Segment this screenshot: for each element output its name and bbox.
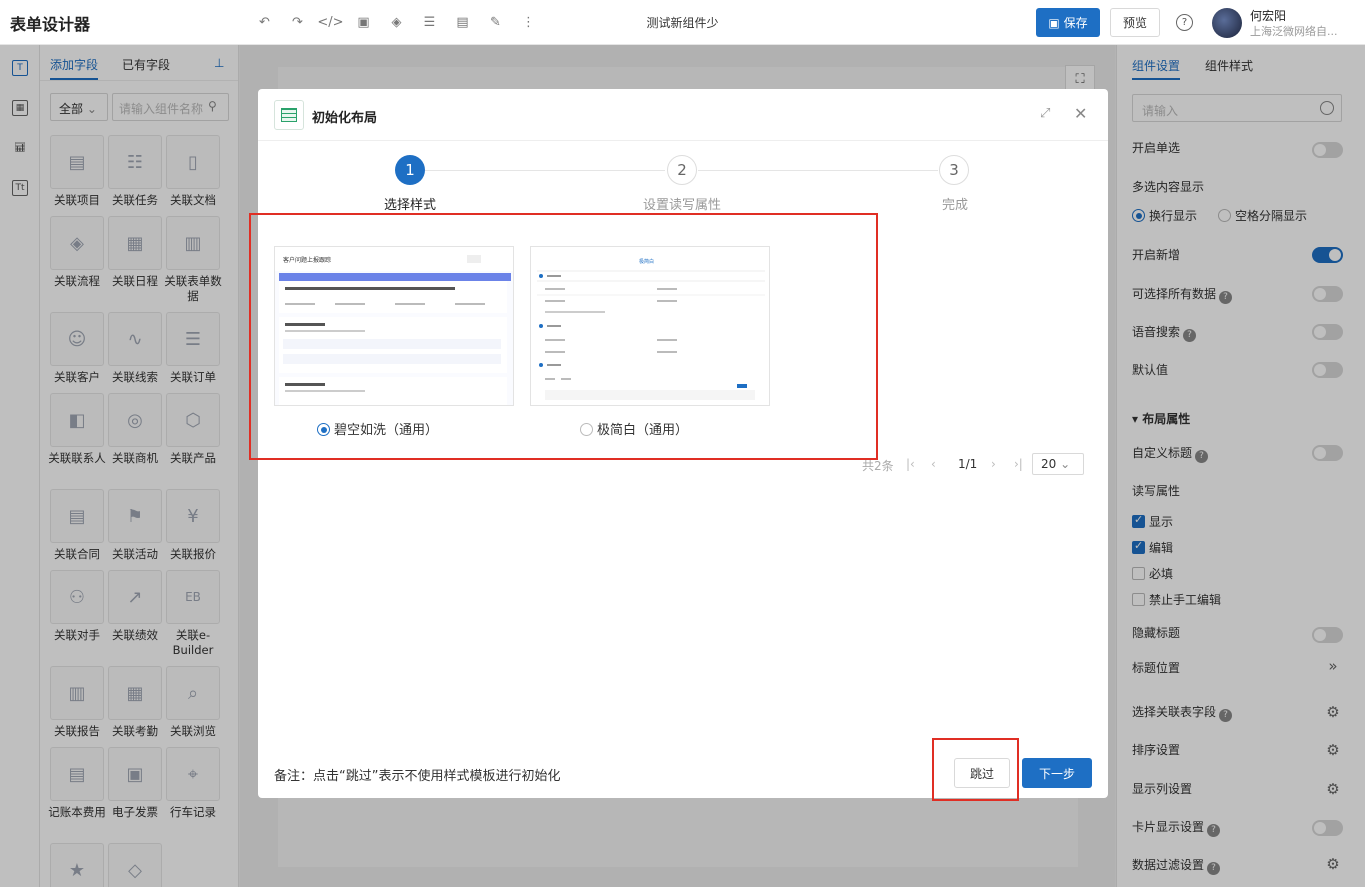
image-icon[interactable]: ▣ <box>347 13 380 31</box>
highlight-skip-button <box>932 738 1019 801</box>
step-connector <box>425 170 665 171</box>
table-icon <box>274 100 304 130</box>
more-icon[interactable]: ⋮ <box>512 13 545 31</box>
undo-icon[interactable]: ↶ <box>248 13 281 31</box>
next-step-button[interactable]: 下一步 <box>1022 758 1092 788</box>
first-page-icon[interactable]: |‹ <box>906 457 915 471</box>
user-org: 上海泛微网络自... <box>1250 25 1338 38</box>
app-title: 表单设计器 <box>10 15 91 34</box>
step-3-label: 完成 <box>941 198 968 213</box>
dialog-note: 备注：点击“跳过”表示不使用样式模板进行初始化 <box>274 769 561 784</box>
prev-page-icon[interactable]: ‹ <box>931 457 936 471</box>
page-size-value: 20 <box>1041 457 1057 471</box>
redo-icon[interactable]: ↷ <box>281 13 314 31</box>
edit-icon[interactable]: ✎ <box>479 13 512 31</box>
step-2-label: 设置读写属性 <box>642 198 721 213</box>
step-3-circle: 3 <box>939 155 969 185</box>
page-size-select[interactable]: 20 ⌄ <box>1032 453 1084 475</box>
layers-icon[interactable]: ◈ <box>380 13 413 31</box>
save-icon: ▣ <box>1048 15 1060 30</box>
code-icon[interactable]: </> <box>314 13 347 31</box>
toolbar: ↶ ↷ </> ▣ ◈ ☰ ▤ ✎ ⋮ <box>248 13 545 31</box>
user-name: 何宏阳 <box>1250 9 1287 23</box>
close-icon[interactable]: ✕ <box>1074 104 1087 123</box>
highlight-style-options <box>249 213 878 460</box>
dialog-title: 初始化布局 <box>312 111 378 126</box>
save-label: 保存 <box>1063 16 1088 30</box>
expand-icon[interactable]: ⤢ <box>1040 106 1050 121</box>
preview-button[interactable]: 预览 <box>1110 8 1160 37</box>
database-icon[interactable]: ☰ <box>413 13 446 31</box>
step-1-label: 选择样式 <box>383 198 436 213</box>
document-title: 测试新组件少 <box>646 16 719 30</box>
last-page-icon[interactable]: ›| <box>1014 457 1023 471</box>
pager-page: 1/1 <box>958 457 978 471</box>
top-bar: 表单设计器 ↶ ↷ </> ▣ ◈ ☰ ▤ ✎ ⋮ 测试新组件少 ▣ 保存 预览… <box>0 0 1365 45</box>
next-page-icon[interactable]: › <box>991 457 996 471</box>
step-1-circle: 1 <box>395 155 425 185</box>
chart-icon[interactable]: ▤ <box>446 13 479 31</box>
chevron-down-icon: ⌄ <box>1060 457 1071 471</box>
step-connector <box>698 170 938 171</box>
dialog-header: 初始化布局 ⤢ ✕ <box>258 89 1108 141</box>
help-icon[interactable]: ? <box>1176 14 1193 31</box>
step-2-circle: 2 <box>667 155 697 185</box>
avatar[interactable] <box>1212 8 1242 38</box>
save-button[interactable]: ▣ 保存 <box>1036 8 1100 37</box>
